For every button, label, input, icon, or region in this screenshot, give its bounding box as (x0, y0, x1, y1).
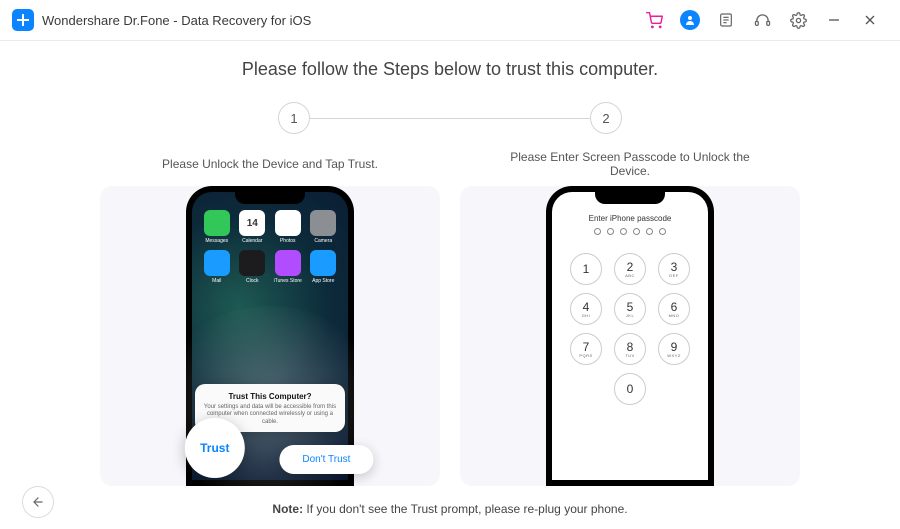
app-icon (204, 210, 230, 236)
key-letters: WXYZ (667, 353, 681, 358)
key-letters: DEF (669, 273, 679, 278)
trust-button: Trust (185, 418, 245, 478)
app-mail: Mail (202, 250, 232, 284)
cart-icon[interactable] (640, 6, 668, 34)
note-text: If you don't see the Trust prompt, pleas… (303, 502, 627, 516)
dont-trust-button: Don't Trust (279, 445, 373, 474)
key-number: 6 (671, 301, 678, 313)
app-photos: Photos (273, 210, 303, 244)
keypad-key-5: 5JKL (614, 293, 646, 325)
key-letters: ABC (625, 273, 635, 278)
key-letters: MNO (669, 313, 680, 318)
app-icon (204, 250, 230, 276)
step-1-caption: Please Unlock the Device and Tap Trust. (100, 148, 440, 180)
key-number: 3 (671, 261, 678, 273)
app-label: Clock (246, 278, 259, 284)
key-number: 5 (627, 301, 634, 313)
keypad-key-6: 6MNO (658, 293, 690, 325)
main-content: Please follow the Steps below to trust t… (0, 41, 900, 529)
step-2: Please Enter Screen Passcode to Unlock t… (460, 148, 800, 486)
app-label: Mail (212, 278, 221, 284)
key-letters: PQRS (579, 353, 592, 358)
trust-button-label: Trust (200, 441, 229, 455)
app-clock: Clock (238, 250, 268, 284)
feedback-icon[interactable] (712, 6, 740, 34)
app-label: Photos (280, 238, 296, 244)
app-logo-icon (12, 9, 34, 31)
app-calendar: 14 Calendar (238, 210, 268, 244)
note-label: Note: (272, 502, 303, 516)
app-app-store: App Store (309, 250, 339, 284)
keypad-key-8: 8TUV (614, 333, 646, 365)
key-number: 0 (627, 383, 634, 395)
key-letters: GHI (582, 313, 591, 318)
stepper-line (310, 118, 590, 119)
key-letters: JKL (626, 313, 634, 318)
key-number: 4 (583, 301, 590, 313)
app-icon (310, 250, 336, 276)
support-icon[interactable] (748, 6, 776, 34)
step-1: Please Unlock the Device and Tap Trust. … (100, 148, 440, 486)
trust-dialog-title: Trust This Computer? (201, 392, 339, 401)
app-label: Messages (205, 238, 228, 244)
app-itunes-store: iTunes Store (273, 250, 303, 284)
step-2-indicator: 2 (590, 102, 622, 134)
titlebar: Wondershare Dr.Fone - Data Recovery for … (0, 0, 900, 41)
keypad-key-4: 4GHI (570, 293, 602, 325)
app-label: Camera (314, 238, 332, 244)
note: Note: If you don't see the Trust prompt,… (0, 502, 900, 516)
window-title: Wondershare Dr.Fone - Data Recovery for … (42, 13, 311, 28)
app-messages: Messages (202, 210, 232, 244)
dont-trust-button-label: Don't Trust (302, 454, 350, 465)
key-number: 9 (671, 341, 678, 353)
key-number: 1 (583, 263, 590, 275)
step-1-illustration: Messages 14 Calendar Photos Camera Mail Clock i… (100, 186, 440, 486)
keypad-key-7: 7PQRS (570, 333, 602, 365)
key-number: 8 (627, 341, 634, 353)
page-heading: Please follow the Steps below to trust t… (0, 59, 900, 80)
key-number: 7 (583, 341, 590, 353)
app-label: iTunes Store (274, 278, 302, 284)
step-2-caption: Please Enter Screen Passcode to Unlock t… (460, 148, 800, 180)
app-camera: Camera (309, 210, 339, 244)
close-button[interactable] (856, 6, 884, 34)
app-icon (275, 250, 301, 276)
app-icon: 14 (239, 210, 265, 236)
keypad-key-0: 0 (614, 373, 646, 405)
app-icon (310, 210, 336, 236)
app-label: App Store (312, 278, 334, 284)
step-1-indicator: 1 (278, 102, 310, 134)
app-icon (275, 210, 301, 236)
app-icon (239, 250, 265, 276)
account-icon[interactable] (676, 6, 704, 34)
key-number: 2 (627, 261, 634, 273)
passcode-title: Enter iPhone passcode (552, 214, 708, 223)
minimize-button[interactable] (820, 6, 848, 34)
step-2-illustration: Enter iPhone passcode 1 2ABC 3DEF 4GHI 5JKL 6… (460, 186, 800, 486)
settings-icon[interactable] (784, 6, 812, 34)
keypad-key-3: 3DEF (658, 253, 690, 285)
keypad-key-1: 1 (570, 253, 602, 285)
passcode-dots (552, 228, 708, 235)
app-label: Calendar (242, 238, 262, 244)
stepper: 1 2 (0, 102, 900, 134)
keypad-key-9: 9WXYZ (658, 333, 690, 365)
keypad-key-2: 2ABC (614, 253, 646, 285)
key-letters: TUV (625, 353, 635, 358)
